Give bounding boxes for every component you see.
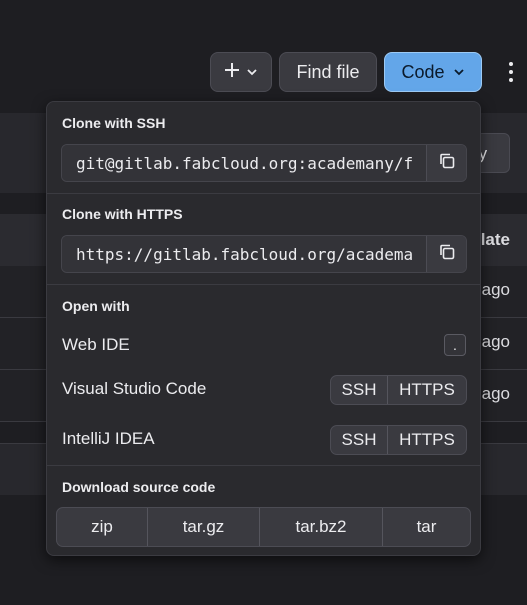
clone-ssh-title: Clone with SSH [62,115,166,131]
repository-page: ry late ago ago ago Find file Code Clone [0,0,527,605]
more-actions-button[interactable] [500,58,522,86]
more-vertical-icon [509,62,513,66]
copy-https-url-button[interactable] [426,236,466,272]
clone-dropdown: Clone with SSH Clone with HTTPS Open wit… [46,101,481,556]
intellij-https-button[interactable]: HTTPS [388,426,466,454]
download-tar-button[interactable]: tar [383,508,470,546]
divider [47,465,480,466]
download-title: Download source code [62,479,216,495]
copy-icon [438,243,456,266]
open-with-title: Open with [62,298,130,314]
clone-https-title: Clone with HTTPS [62,206,183,222]
add-dropdown-button[interactable] [210,52,272,92]
code-label: Code [401,61,445,82]
copy-ssh-url-button[interactable] [426,145,466,181]
copy-icon [438,152,456,175]
row-time: ago [481,280,510,299]
download-targz-button[interactable]: tar.gz [148,508,260,546]
divider [47,193,480,194]
intellij-button-group: SSH HTTPS [330,425,467,455]
download-button-group: zip tar.gz tar.bz2 tar [56,507,471,547]
row-time: ago [481,332,510,351]
vscode-https-button[interactable]: HTTPS [388,376,466,404]
web-ide-item[interactable]: Web IDE [62,335,130,355]
vscode-label: Visual Studio Code [62,379,207,398]
clone-https-group [61,235,467,273]
plus-icon [224,62,240,83]
vscode-ssh-button[interactable]: SSH [331,376,388,404]
find-file-label: Find file [296,61,360,82]
row-time: ago [481,384,510,403]
web-ide-shortcut: . [444,334,466,356]
code-dropdown-button[interactable]: Code [384,52,482,92]
last-update-column-header: late [480,230,510,249]
divider [47,284,480,285]
clone-https-url-field[interactable] [62,236,426,272]
intellij-label: IntelliJ IDEA [62,429,155,448]
clone-ssh-group [61,144,467,182]
download-tarbz2-button[interactable]: tar.bz2 [260,508,383,546]
find-file-button[interactable]: Find file [279,52,377,92]
clone-ssh-url-field[interactable] [62,145,426,181]
chevron-down-icon [246,62,258,83]
intellij-ssh-button[interactable]: SSH [331,426,388,454]
download-zip-button[interactable]: zip [57,508,148,546]
chevron-down-icon [453,62,465,83]
vscode-button-group: SSH HTTPS [330,375,467,405]
